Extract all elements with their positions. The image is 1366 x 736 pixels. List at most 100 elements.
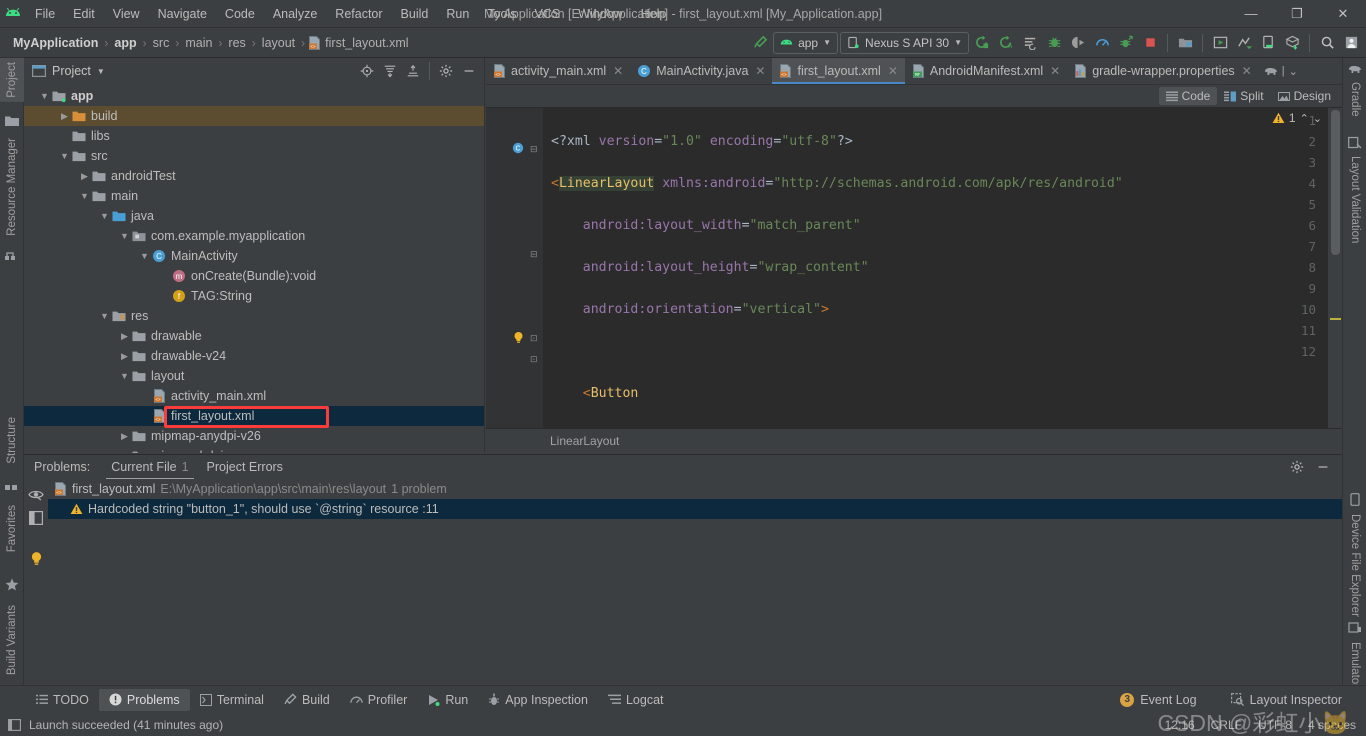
tree-item[interactable]: ▼CMainActivity	[24, 246, 484, 266]
gear-icon[interactable]	[1286, 456, 1308, 478]
maximize-restore-button[interactable]: ❐	[1274, 0, 1320, 27]
editor-tab[interactable]: CMainActivity.java✕	[630, 58, 772, 84]
chevron-right-icon[interactable]: ▶	[118, 431, 131, 442]
tree-item[interactable]: monCreate(Bundle):void	[24, 266, 484, 286]
device-selector[interactable]: Nexus S API 30 ▼	[840, 32, 969, 54]
tree-item[interactable]: ▼layout	[24, 366, 484, 386]
gear-icon[interactable]	[435, 60, 457, 82]
tool-window-build[interactable]: Build	[274, 689, 340, 711]
chevron-down-icon[interactable]: ▼	[138, 251, 151, 261]
expand-all-icon[interactable]	[379, 60, 401, 82]
tree-item[interactable]: ▶build	[24, 106, 484, 126]
tree-item[interactable]: ▼com.example.myapplication	[24, 226, 484, 246]
sidebar-item-build-variants[interactable]: Build Variants	[0, 601, 24, 679]
status-window-icon[interactable]	[8, 719, 21, 731]
tree-item[interactable]: ▼res	[24, 306, 484, 326]
profiler-icon[interactable]	[1091, 32, 1113, 54]
chevron-down-icon[interactable]: ▼	[98, 211, 111, 221]
stop-icon[interactable]	[1139, 32, 1161, 54]
class-marker-icon[interactable]: C	[512, 142, 524, 154]
breadcrumb-myapplication[interactable]: MyApplication	[10, 35, 101, 51]
sdk-manager-icon[interactable]	[1174, 32, 1196, 54]
chevron-right-icon[interactable]: ▶	[78, 171, 91, 182]
tool-window-terminal[interactable]: Terminal	[190, 689, 274, 711]
tree-item[interactable]: ▼main	[24, 186, 484, 206]
avd-manager-icon[interactable]	[1209, 32, 1231, 54]
build-hammer-icon[interactable]	[749, 32, 771, 54]
close-icon[interactable]: ✕	[1050, 64, 1060, 78]
search-everywhere-icon[interactable]	[1316, 32, 1338, 54]
quickfix-bulb-icon[interactable]	[512, 331, 525, 344]
status-line-separator[interactable]: CRLF	[1211, 718, 1242, 732]
editor-tab-bar[interactable]: <>activity_main.xml✕CMainActivity.java✕<…	[486, 58, 1342, 85]
breadcrumb-app[interactable]: app	[111, 35, 139, 51]
editor-scrollbar-thumb[interactable]	[1331, 110, 1340, 255]
project-tree[interactable]: ▼app▶buildlibs▼src▶androidTest▼main▼java…	[24, 84, 484, 453]
apply-code-changes-icon[interactable]	[1019, 32, 1041, 54]
apply-changes-icon[interactable]: A	[995, 32, 1017, 54]
chevron-down-icon[interactable]: ▼	[97, 67, 105, 76]
close-icon[interactable]: ✕	[755, 64, 765, 78]
sidebar-item-gradle[interactable]: Gradle	[1343, 78, 1366, 121]
tab-design[interactable]: Design	[1271, 87, 1338, 105]
tool-window-profiler[interactable]: Profiler	[340, 689, 418, 711]
run-with-coverage-icon[interactable]	[1115, 32, 1137, 54]
tool-window-logcat[interactable]: Logcat	[598, 689, 674, 711]
sidebar-item-resource-manager[interactable]: Resource Manager	[0, 134, 24, 240]
menu-item-view[interactable]: View	[104, 5, 149, 23]
close-icon[interactable]: ✕	[1242, 64, 1252, 78]
sidebar-item-device-file-explorer[interactable]: Device File Explorer	[1343, 510, 1366, 621]
menu-item-edit[interactable]: Edit	[64, 5, 104, 23]
tool-window-bar[interactable]: TODO Problems Terminal Build Profiler Ru…	[0, 685, 1366, 713]
tab-split[interactable]: Split	[1217, 87, 1270, 105]
inspection-status[interactable]: 1 ⌃ ⌄	[1272, 111, 1322, 125]
menu-item-analyze[interactable]: Analyze	[264, 5, 326, 23]
chevron-right-icon[interactable]: ▶	[118, 451, 131, 454]
tree-item[interactable]: ▼src	[24, 146, 484, 166]
sidebar-item-structure[interactable]: Structure	[0, 413, 24, 468]
menu-item-code[interactable]: Code	[216, 5, 264, 23]
problems-list[interactable]: <> first_layout.xml E:\MyApplication\app…	[48, 479, 1342, 685]
close-icon[interactable]: ✕	[613, 64, 623, 78]
account-icon[interactable]	[1340, 32, 1362, 54]
menu-item-help[interactable]: Help	[632, 5, 676, 23]
breadcrumb-src[interactable]: src	[150, 35, 173, 51]
tool-window-event-log[interactable]: 3 Event Log	[1110, 689, 1206, 711]
code-content[interactable]: <?xml version="1.0" encoding="utf-8"?> <…	[543, 108, 1342, 428]
tool-window-todo[interactable]: TODO	[26, 689, 99, 711]
problems-item-row[interactable]: Hardcoded string "button_1", should use …	[48, 499, 1342, 519]
tab-current-file[interactable]: Current File 1	[102, 457, 197, 478]
breadcrumb-first-layout-xml[interactable]: first_layout.xml	[322, 35, 411, 51]
hide-icon[interactable]	[1312, 456, 1334, 478]
chevron-right-icon[interactable]: ▶	[118, 351, 131, 362]
tree-item[interactable]: ▶drawable-v24	[24, 346, 484, 366]
tree-item[interactable]: fTAG:String	[24, 286, 484, 306]
next-problem-icon[interactable]: ⌄	[1313, 112, 1322, 125]
chevron-down-icon[interactable]: ▼	[58, 151, 71, 161]
quickfix-bulb-icon[interactable]	[29, 551, 44, 566]
sync-gradle-icon[interactable]	[1233, 32, 1255, 54]
code-fold-marker[interactable]: ⊡	[530, 354, 538, 365]
code-fold-marker[interactable]: ⊡	[530, 333, 538, 344]
tree-item[interactable]: ▶androidTest	[24, 166, 484, 186]
tree-item[interactable]: ▶drawable	[24, 326, 484, 346]
tool-window-problems[interactable]: Problems	[99, 689, 190, 711]
menu-item-vcs[interactable]: VCS	[525, 5, 569, 23]
run-icon[interactable]	[971, 32, 993, 54]
close-button[interactable]: ✕	[1320, 0, 1366, 27]
sidebar-item-emulator[interactable]: Emulator	[1343, 638, 1366, 692]
layout-inspector-toolbar-icon[interactable]	[1281, 32, 1303, 54]
breadcrumb-res[interactable]: res	[225, 35, 248, 51]
sidebar-item-project[interactable]: Project	[0, 58, 24, 102]
editor-tab-overflow[interactable]: |⌄	[1259, 58, 1303, 84]
tree-item[interactable]: ▼java	[24, 206, 484, 226]
tree-item[interactable]: ▶mipmap-hdpi	[24, 446, 484, 453]
menu-bar[interactable]: File Edit View Navigate Code Analyze Ref…	[26, 5, 675, 23]
menu-item-build[interactable]: Build	[392, 5, 438, 23]
tool-window-run[interactable]: Run	[417, 689, 478, 711]
status-encoding[interactable]: UTF-8	[1258, 718, 1292, 732]
tree-item[interactable]: libs	[24, 126, 484, 146]
tree-item[interactable]: ▶mipmap-anydpi-v26	[24, 426, 484, 446]
locate-icon[interactable]	[356, 60, 378, 82]
sidebar-item-layout-validation[interactable]: Layout Validation	[1343, 152, 1366, 247]
